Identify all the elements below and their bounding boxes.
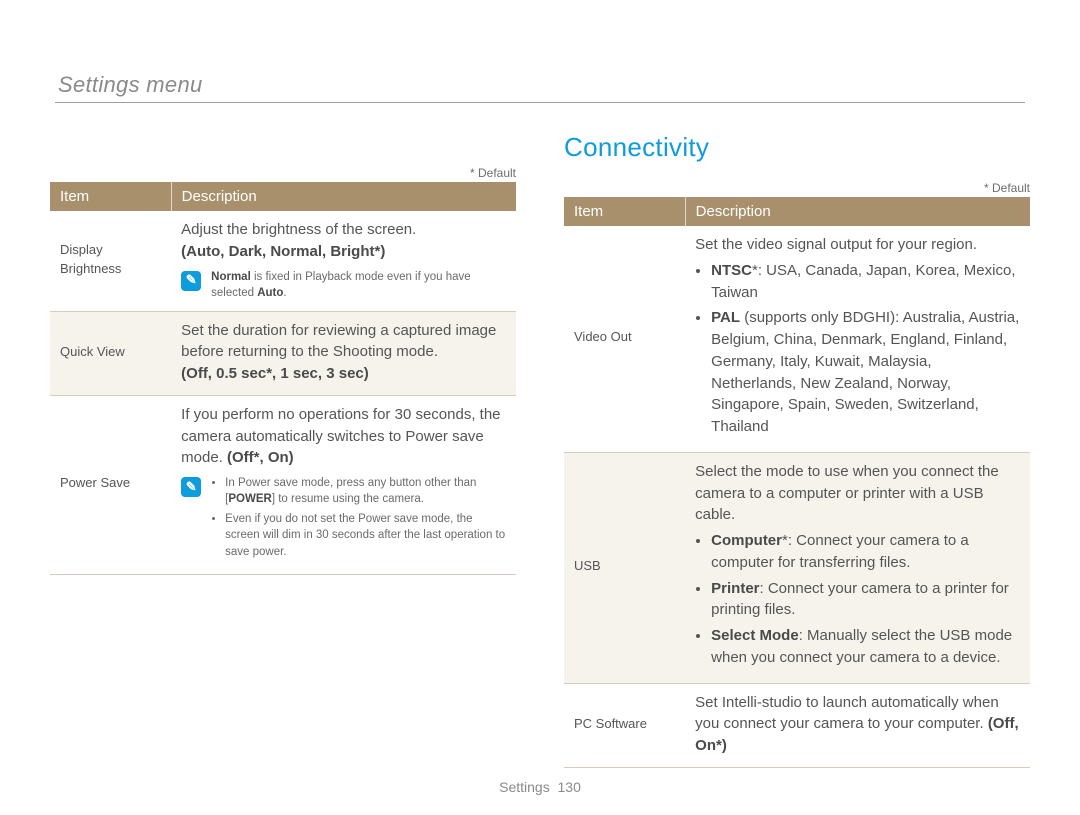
list-item: Computer*: Connect your camera to a comp… [711,530,1020,574]
table-row: Video Out Set the video signal output fo… [564,226,1030,452]
note-list-item: In Power save mode, press any button oth… [225,475,506,507]
item-label: USB [564,452,685,683]
item-label: Quick View [50,311,171,395]
bullet-bold: NTSC [711,262,752,279]
note-text: In Power save mode, press any button oth… [211,475,506,563]
note-bold: POWER [228,493,271,505]
table-row: Display Brightness Adjust the brightness… [50,211,516,311]
bullet-bold: PAL [711,309,740,326]
item-description: Set the video signal output for your reg… [685,226,1030,452]
desc-text: Set Intelli-studio to launch automatical… [695,694,999,733]
left-table: Item Description Display Brightness Adju… [50,182,516,575]
bullet-paren: (supports only BDGHI) [740,309,895,326]
note-pre: Even if you do not set the Power save mo… [225,513,505,557]
bullet-bold: Select Mode [711,627,799,644]
table-row: PC Software Set Intelli-studio to launch… [564,683,1030,767]
note-bold2: Auto [257,287,283,299]
divider [55,102,1025,103]
bullet-bold: Printer [711,580,759,597]
note-box: ✎ Normal is fixed in Playback mode even … [181,269,506,301]
note-end: . [283,287,286,299]
section-heading: Connectivity [564,132,1030,163]
col-header-description: Description [685,197,1030,226]
default-note: * Default [564,181,1030,195]
item-description: Set the duration for reviewing a capture… [171,311,516,395]
footer: Settings 130 [0,779,1080,795]
options: (Off, 0.5 sec*, 1 sec, 3 sec) [181,365,369,382]
note-text: Normal is fixed in Playback mode even if… [211,269,506,301]
footer-label: Settings [499,779,550,795]
item-description: Select the mode to use when you connect … [685,452,1030,683]
footer-page: 130 [558,779,581,795]
note-post: ] to resume using the camera. [272,493,424,505]
list-item: Printer: Connect your camera to a printe… [711,578,1020,622]
item-description: Set Intelli-studio to launch automatical… [685,683,1030,767]
bullet-post: : Australia, Austria, Belgium, China, De… [711,309,1019,435]
item-description: If you perform no operations for 30 seco… [171,395,516,574]
note-list-item: Even if you do not set the Power save mo… [225,511,506,559]
note-icon: ✎ [181,271,201,291]
note-box: ✎ In Power save mode, press any button o… [181,475,506,563]
columns: * Default Item Description Display Brigh… [50,120,1030,815]
desc-text: Set the duration for reviewing a capture… [181,322,496,361]
col-header-description: Description [171,182,516,211]
list-item: NTSC*: USA, Canada, Japan, Korea, Mexico… [711,260,1020,304]
bullet-list: NTSC*: USA, Canada, Japan, Korea, Mexico… [695,260,1020,438]
note-bold: Normal [211,271,251,283]
options-inline: (Off*, On) [227,449,294,466]
default-note: * Default [50,166,516,180]
desc-text: Adjust the brightness of the screen. [181,221,416,238]
bullet-list: Computer*: Connect your camera to a comp… [695,530,1020,669]
item-label: PC Software [564,683,685,767]
item-label: Power Save [50,395,171,574]
item-label: Display Brightness [50,211,171,311]
bullet-bold: Computer [711,532,782,549]
breadcrumb: Settings menu [58,72,203,98]
desc-text: Select the mode to use when you connect … [695,463,999,524]
table-row: Quick View Set the duration for reviewin… [50,311,516,395]
list-item: PAL (supports only BDGHI): Australia, Au… [711,307,1020,438]
col-header-item: Item [50,182,171,211]
col-header-item: Item [564,197,685,226]
table-row: Power Save If you perform no operations … [50,395,516,574]
desc-text: Set the video signal output for your reg… [695,236,977,253]
item-description: Adjust the brightness of the screen. (Au… [171,211,516,311]
list-item: Select Mode: Manually select the USB mod… [711,625,1020,669]
right-column: Connectivity * Default Item Description … [564,132,1030,815]
options: (Auto, Dark, Normal, Bright*) [181,243,385,260]
note-span: is fixed in Playback mode even if you ha… [211,271,471,299]
note-icon: ✎ [181,477,201,497]
table-row: USB Select the mode to use when you conn… [564,452,1030,683]
item-label: Video Out [564,226,685,452]
right-table: Item Description Video Out Set the video… [564,197,1030,768]
left-column: * Default Item Description Display Brigh… [50,166,516,815]
page: Settings menu * Default Item Description… [0,0,1080,815]
